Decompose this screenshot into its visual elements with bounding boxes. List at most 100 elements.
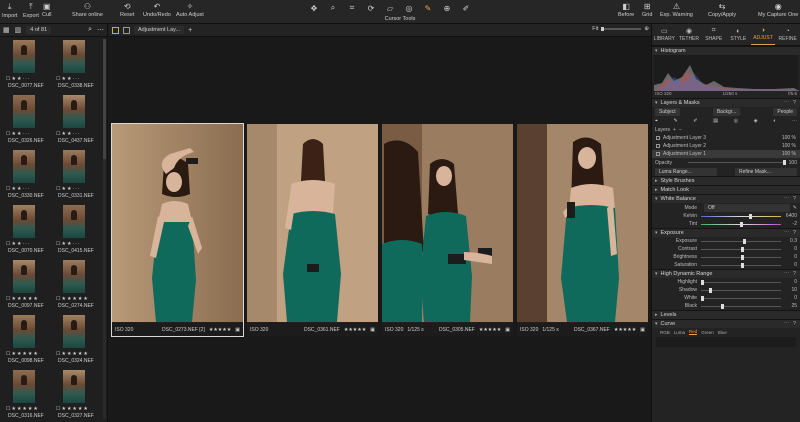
brightness-slider[interactable]	[701, 254, 781, 260]
undo-redo-button[interactable]: ↶ Undo/Redo	[143, 2, 171, 18]
wb-mode-select[interactable]: Off	[704, 203, 790, 212]
photo-rating[interactable]: ★★★★★	[614, 327, 636, 333]
browser-thumbnail[interactable]: ☐ ★ ★ · · · DSC_0331.NEF	[52, 149, 102, 202]
spot-tool-icon[interactable]: ◎	[403, 3, 415, 13]
contrast-slider[interactable]	[701, 246, 781, 252]
photo-rating[interactable]: ★★★★★	[344, 327, 366, 333]
subject-button[interactable]: Subject	[655, 107, 680, 116]
opacity-slider[interactable]	[688, 160, 786, 165]
tint-slider[interactable]	[701, 221, 781, 227]
brightness-value[interactable]: 0	[781, 254, 797, 260]
photo-rating[interactable]: ★★★★★	[479, 327, 501, 333]
thumbnail-rating[interactable]: ☐ ★ ★ · · ·	[56, 186, 79, 192]
browser-thumbnail[interactable]: ☐ ★ ★ ★ ★ ★ DSC_0098.NEF	[2, 314, 52, 367]
thumbnail-rating[interactable]: ☐ ★ ★ ★ ★ ★	[6, 351, 38, 357]
browser-thumbnail[interactable]: ☐ ★ ★ · · · DSC_0330.NEF	[2, 149, 52, 202]
my-capture-one-button[interactable]: ◉ My Capture One	[758, 2, 798, 18]
thumbnail-rating[interactable]: ☐ ★ ★ ★ ★ ★	[6, 406, 38, 412]
black-slider[interactable]	[701, 303, 781, 309]
browser-thumbnail[interactable]: ☐ ★ ★ ★ ★ ★ DSC_0324.NEF	[52, 314, 102, 367]
browser-thumbnail[interactable]: ☐ ★ ★ ★ ★ ★ DSC_0327.NEF	[52, 369, 102, 422]
match-look-header[interactable]: ▸ Match Look	[652, 185, 800, 194]
white-slider[interactable]	[701, 295, 781, 301]
list-view-icon[interactable]: ▥	[15, 26, 22, 34]
fit-label[interactable]: Fit	[592, 26, 598, 32]
thumbnail-rating[interactable]: ☐ ★ ★ · · ·	[6, 241, 29, 247]
curve-tab-rgb[interactable]: RGB	[660, 330, 670, 335]
hdr-header[interactable]: ▾ High Dynamic Range ⋯ ?	[652, 269, 800, 278]
style-brushes-header[interactable]: ▸ Style Brushes	[652, 176, 800, 185]
kelvin-value[interactable]: 6400	[781, 213, 797, 219]
shadow-value[interactable]: 10	[781, 287, 797, 293]
tab-shape[interactable]: ⌗ SHAPE	[701, 24, 726, 45]
tab-style[interactable]: ◐ STYLE	[726, 24, 751, 45]
browser-thumbnail[interactable]: ☐ ★ ★ · · · DSC_0326.NEF	[2, 94, 52, 147]
menu-icon[interactable]: ⋯	[97, 26, 104, 34]
levels-header[interactable]: ▸ Levels	[652, 310, 800, 319]
fill-mask-icon[interactable]: ◈	[754, 118, 758, 124]
saturation-slider[interactable]	[701, 262, 781, 268]
brush-mask-icon[interactable]: ✎	[674, 118, 678, 124]
brush-tool-icon[interactable]: ✎	[422, 3, 434, 13]
invert-mask-icon[interactable]: ◐	[773, 118, 776, 124]
viewer-photo[interactable]: ISO 320 1/125 s DSC_0367.NEF ★★★★★ ▣	[517, 124, 648, 336]
contrast-value[interactable]: 0	[781, 246, 797, 252]
tint-value[interactable]: -2	[781, 221, 797, 227]
add-layer-icon[interactable]: +	[673, 127, 676, 133]
layer-checkbox[interactable]	[656, 144, 660, 148]
grid-button[interactable]: ⊞ Grid	[642, 2, 652, 18]
single-view-icon[interactable]	[112, 26, 119, 34]
people-button[interactable]: People	[773, 107, 797, 116]
exposure-value[interactable]: 0.3	[781, 238, 797, 244]
thumbnail-rating[interactable]: ☐ ★ ★ ★ ★ ★	[56, 406, 88, 412]
import-button[interactable]: ⤓ Import	[2, 2, 18, 19]
thumbnail-rating[interactable]: ☐ ★ ★ · · ·	[56, 131, 79, 137]
browser-thumbnail[interactable]: ☐ ★ ★ · · · DSC_0437.NEF	[52, 94, 102, 147]
loupe-tool-icon[interactable]: ⌕	[327, 3, 339, 13]
zoom-in-icon[interactable]: ⊕	[644, 26, 649, 32]
curve-tab-blue[interactable]: Blue	[718, 330, 727, 335]
reset-button[interactable]: ⟲ Reset	[120, 2, 134, 18]
tab-refine[interactable]: ◔ REFINE	[775, 24, 800, 45]
copy-apply-button[interactable]: ⇆ Copy/Apply	[708, 2, 736, 18]
thumbnail-rating[interactable]: ☐ ★ ★ · · ·	[6, 76, 29, 82]
black-value[interactable]: 25	[781, 303, 797, 309]
viewer-photo[interactable]: ISO 320 1/125 s DSC_0305.NEF ★★★★★ ▣	[382, 124, 513, 336]
kelvin-slider[interactable]	[701, 213, 781, 219]
layer-item[interactable]: Adjustment Layer 2 100 %	[652, 142, 800, 150]
browser-thumbnail[interactable]: ☐ ★ ★ · · · DSC_0070.NEF	[2, 204, 52, 257]
tab-library[interactable]: ▭ LIBRARY	[652, 24, 677, 45]
viewer-photo[interactable]: ISO 320 DSC_0361.NEF ★★★★★ ▣	[247, 124, 378, 336]
curve-header[interactable]: ▾ Curve ⋯ ?	[652, 319, 800, 328]
remove-layer-icon[interactable]: −	[679, 127, 682, 133]
exposure-header[interactable]: ▾ Exposure ⋯ ?	[652, 228, 800, 237]
pan-tool-icon[interactable]: ✥	[308, 3, 320, 13]
viewer-photo[interactable]: ISO 320 DSC_0273.NEF [2] ★★★★★ ▣	[111, 123, 244, 337]
browser-thumbnail[interactable]: ☐ ★ ★ ★ ★ ★ DSC_0097.NEF	[2, 259, 52, 312]
exposure-slider[interactable]	[701, 238, 781, 244]
layer-checkbox[interactable]	[656, 152, 660, 156]
auto-adjust-button[interactable]: ✧ Auto Adjust	[176, 2, 204, 18]
share-online-button[interactable]: ⚇ Share online	[72, 2, 103, 18]
grid-view-icon[interactable]: ▦	[3, 26, 10, 34]
curve-tab-red[interactable]: Red	[689, 329, 698, 335]
add-layer-button[interactable]: +	[188, 27, 192, 34]
histogram-header[interactable]: ▾ Histogram	[652, 46, 800, 55]
annotate-tool-icon[interactable]: ✐	[460, 3, 472, 13]
erase-mask-icon[interactable]: ✐	[693, 118, 697, 124]
exp-warning-button[interactable]: ⚠ Exp. Warning	[660, 2, 693, 18]
mask-options-icon[interactable]: ⋯	[792, 118, 797, 124]
layers-masks-header[interactable]: ▾ Layers & Masks ⋯ ?	[652, 98, 800, 107]
search-icon[interactable]: ⌕	[88, 26, 92, 34]
thumbnail-rating[interactable]: ☐ ★ ★ · · ·	[6, 131, 29, 137]
thumbnail-rating[interactable]: ☐ ★ ★ · · ·	[56, 241, 79, 247]
tab-tether[interactable]: ◉ TETHER	[677, 24, 702, 45]
browser-thumbnail[interactable]: ☐ ★ ★ ★ ★ ★ DSC_0274.NEF	[52, 259, 102, 312]
opacity-value[interactable]: 100	[789, 160, 797, 166]
curve-graph[interactable]	[656, 337, 796, 347]
curve-tab-luma[interactable]: Luma	[674, 330, 685, 335]
luma-range-button[interactable]: Luma Range...	[655, 167, 717, 176]
highlight-value[interactable]: 0	[781, 279, 797, 285]
browser-thumbnail[interactable]: ☐ ★ ★ · · · DSC_0415.NEF	[52, 204, 102, 257]
browser-thumbnail[interactable]: ☐ ★ ★ ★ ★ ★ DSC_0316.NEF	[2, 369, 52, 422]
